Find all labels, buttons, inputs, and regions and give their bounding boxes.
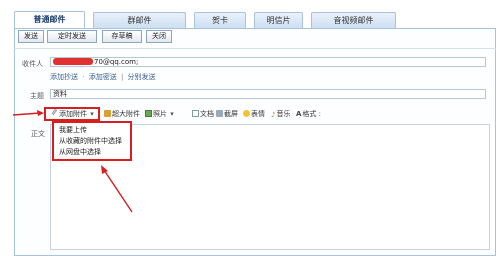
annotation-arrow-up [103, 169, 133, 213]
annotation-arrow-left [12, 112, 41, 116]
annotation-arrowhead-left [37, 110, 44, 116]
annotation-arrows [12, 110, 133, 213]
annotation-arrowhead-up [101, 165, 108, 174]
